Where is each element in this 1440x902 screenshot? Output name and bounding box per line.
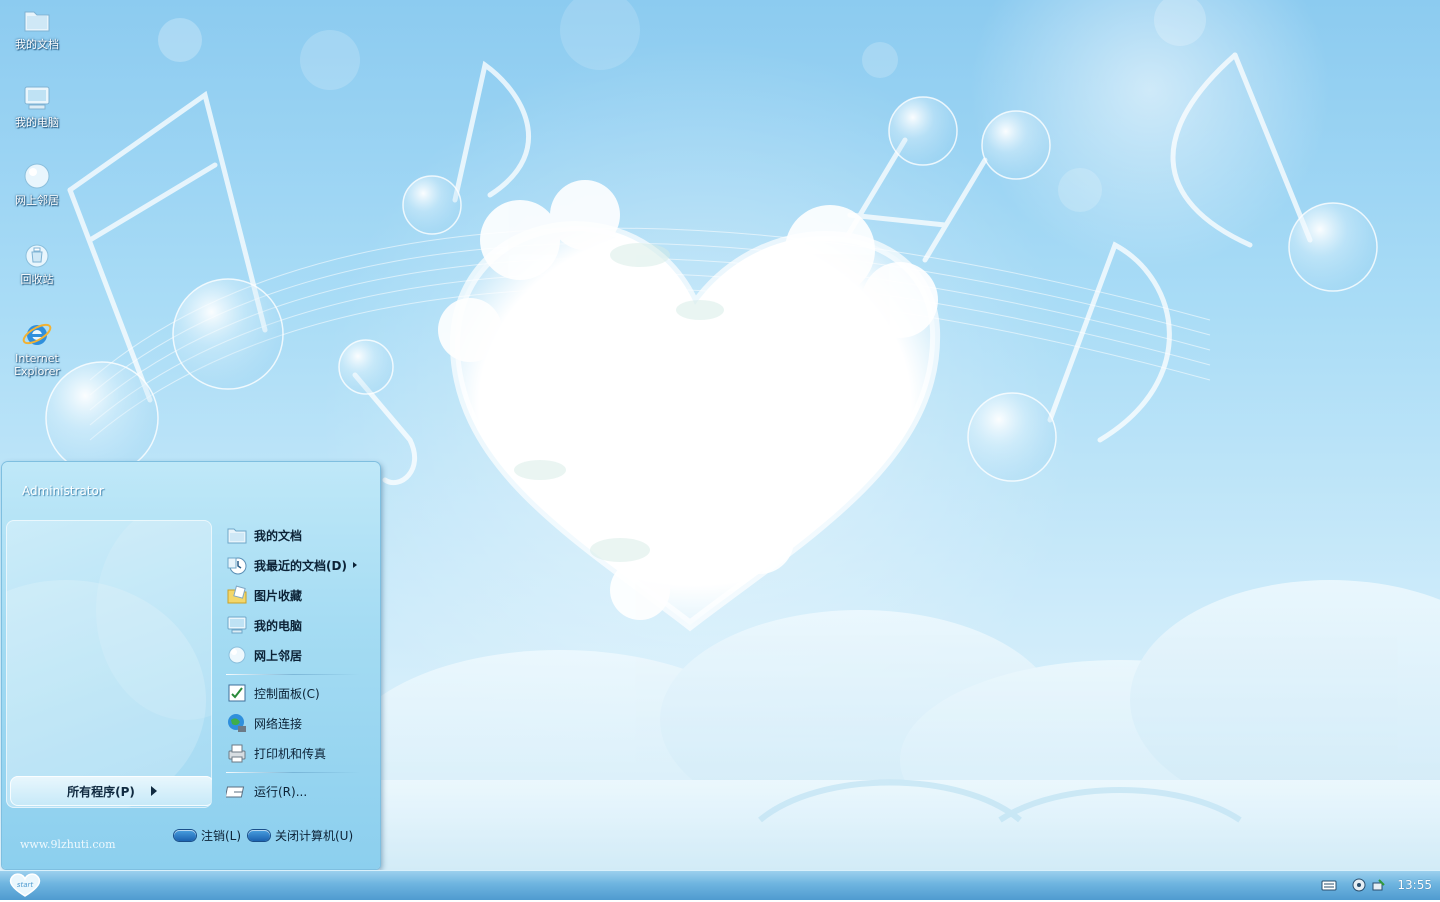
internet-explorer-icon: [22, 323, 52, 345]
desktop-icon-label: Internet Explorer: [4, 352, 70, 378]
network-connections-icon: [228, 714, 246, 732]
start-menu-username: Administrator: [22, 484, 104, 498]
my-computer-icon: [227, 616, 247, 634]
menu-item-label: 图片收藏: [254, 588, 303, 603]
printers-faxes-icon: [228, 744, 246, 763]
start-menu-pinned-panel: 所有程序(P): [6, 520, 212, 808]
all-programs-label: 所有程序(P): [67, 784, 135, 799]
desktop-icon-my-computer[interactable]: 我的电脑: [4, 82, 70, 129]
start-label: start: [17, 881, 34, 889]
menu-item-run[interactable]: 运行(R)...: [222, 778, 372, 804]
shutdown-icon: [248, 829, 270, 841]
logoff-button[interactable]: 注销(L): [174, 826, 241, 844]
shutdown-label: 关闭计算机(U): [275, 828, 354, 843]
menu-item-label: 打印机和传真: [254, 746, 327, 761]
desktop-icon-network-places[interactable]: 网上邻居: [4, 160, 70, 207]
desktop-icon-label: 我的电脑: [15, 116, 59, 129]
desktop-icon-label: 网上邻居: [15, 194, 59, 207]
run-icon: [226, 786, 245, 798]
menu-item-my-documents[interactable]: 我的文档: [222, 522, 372, 548]
menu-separator: [226, 772, 360, 773]
menu-item-network-connections[interactable]: 网络连接: [222, 710, 372, 736]
menu-item-label: 我的电脑: [254, 618, 303, 633]
my-computer-icon: [24, 86, 50, 110]
network-places-icon: [228, 646, 246, 664]
start-button[interactable]: start: [6, 872, 44, 898]
menu-item-label: 网上邻居: [254, 648, 303, 663]
menu-item-recent-documents[interactable]: 我最近的文档(D): [222, 552, 372, 578]
submenu-arrow-icon: [352, 562, 357, 568]
my-documents-icon: [227, 528, 247, 544]
menu-item-label: 运行(R)...: [254, 784, 308, 799]
clock[interactable]: 13:55: [1397, 878, 1432, 892]
pinned-panel-decoration: [6, 520, 212, 808]
network-places-icon: [24, 163, 50, 189]
my-pictures-icon: [227, 585, 247, 604]
chevron-right-icon: [150, 786, 157, 796]
heart-start-icon: start: [9, 873, 41, 897]
my-documents-icon: [24, 11, 50, 32]
menu-item-label: 控制面板(C): [254, 686, 320, 701]
volume-icon[interactable]: [1351, 877, 1367, 893]
menu-item-my-computer[interactable]: 我的电脑: [222, 612, 372, 638]
watermark-text: www.9lzhuti.com: [20, 838, 116, 851]
desktop: 我的文档 我的电脑 网上邻居 回收站 Internet Explorer Adm…: [0, 0, 1440, 870]
desktop-icon-internet-explorer[interactable]: Internet Explorer: [4, 318, 70, 378]
recycle-bin-icon: [25, 244, 49, 268]
taskbar: start 13:55: [0, 870, 1440, 900]
shutdown-button[interactable]: 关闭计算机(U): [248, 826, 353, 844]
network-status-icon[interactable]: [1371, 877, 1387, 893]
keyboard-icon[interactable]: [1321, 877, 1337, 893]
menu-item-control-panel[interactable]: 控制面板(C): [222, 680, 372, 706]
logoff-icon: [174, 829, 196, 841]
menu-item-label: 我的文档: [254, 528, 303, 543]
control-panel-icon: [228, 684, 246, 702]
menu-separator: [226, 674, 360, 675]
menu-item-label: 网络连接: [254, 716, 303, 731]
desktop-icon-label: 回收站: [20, 273, 54, 286]
menu-item-network-places[interactable]: 网上邻居: [222, 642, 372, 668]
desktop-icon-recycle-bin[interactable]: 回收站: [4, 239, 70, 286]
desktop-icon-my-documents[interactable]: 我的文档: [4, 4, 70, 51]
menu-item-printers-faxes[interactable]: 打印机和传真: [222, 740, 372, 766]
desktop-icon-label-line1: Internet: [15, 352, 59, 365]
menu-item-label: 我最近的文档(D): [254, 558, 347, 573]
recent-documents-icon: [227, 557, 247, 575]
system-tray: 13:55: [1317, 870, 1440, 900]
desktop-icon-label: 我的文档: [15, 38, 59, 51]
desktop-icon-label-line2: Explorer: [14, 365, 60, 378]
menu-item-my-pictures[interactable]: 图片收藏: [222, 582, 372, 608]
start-menu: Administrator 所有程序(P) 我的文档 我最近的文档(D) 图片收…: [2, 462, 380, 869]
logoff-label: 注销(L): [201, 828, 242, 843]
all-programs-button[interactable]: 所有程序(P): [10, 776, 212, 806]
